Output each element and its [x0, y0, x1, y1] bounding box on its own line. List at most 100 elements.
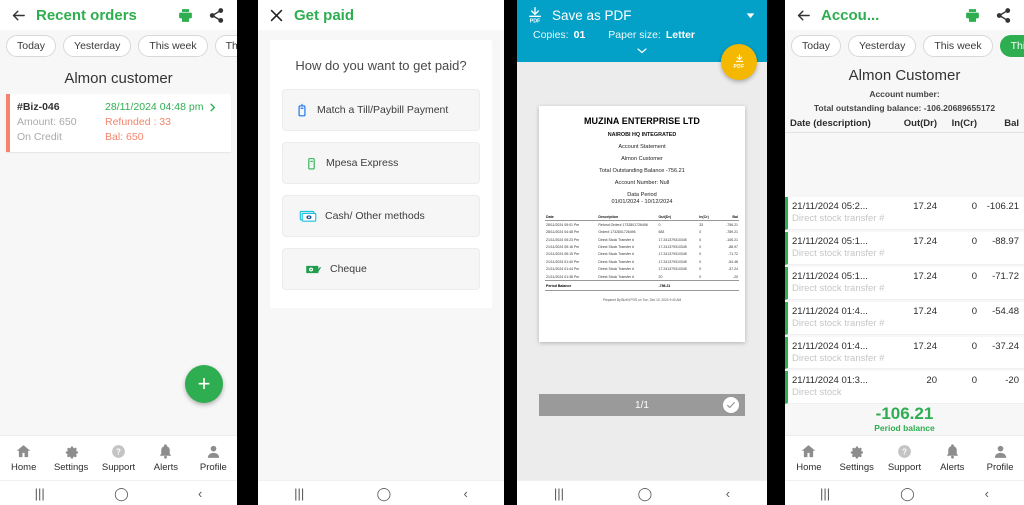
- back-chevron-icon[interactable]: ‹: [198, 487, 202, 500]
- chip-this-month[interactable]: This m: [999, 35, 1024, 57]
- pdf-confirm-button[interactable]: [723, 397, 739, 413]
- option-label: Cash/ Other methods: [325, 210, 425, 222]
- cash-stack-icon: [299, 210, 317, 222]
- copies-value[interactable]: 01: [574, 29, 586, 41]
- bell-icon: [946, 444, 958, 459]
- table-row: 21/11/2024 05:15 Pm Direct Stock Transfe…: [545, 251, 739, 258]
- customer-name: Almon Customer: [848, 67, 961, 84]
- row-date: 21/11/2024 05:1...: [792, 235, 868, 247]
- chip-this-week[interactable]: This week: [923, 35, 993, 57]
- nav-item-home[interactable]: Home: [785, 443, 833, 473]
- doc-period-value: 01/01/2024 - 10/12/2024: [611, 199, 673, 205]
- statement-table-header: Date (description) Out(Dr) In(Cr) Bal: [785, 113, 1024, 133]
- download-pdf-fab[interactable]: PDF: [721, 44, 757, 80]
- recents-icon[interactable]: |||: [554, 487, 564, 500]
- nav-label: Support: [887, 462, 922, 473]
- back-button[interactable]: [8, 5, 28, 25]
- row-in: 0: [971, 340, 977, 352]
- chip-yesterday[interactable]: Yesterday: [848, 35, 917, 57]
- statement-row[interactable]: 21/11/2024 01:4... Direct stock transfer…: [785, 336, 1024, 370]
- statement-row[interactable]: 21/11/2024 05:2... Direct stock transfer…: [785, 197, 1024, 230]
- cell-bal: -756.21: [726, 222, 738, 227]
- nav-item-settings[interactable]: Settings: [833, 443, 881, 473]
- page-title: Recent orders: [36, 6, 137, 24]
- svg-text:PDF: PDF: [530, 18, 541, 24]
- panel-divider: [237, 0, 258, 505]
- chip-this-month[interactable]: This m: [214, 35, 237, 57]
- option-cheque[interactable]: Cheque: [282, 248, 480, 290]
- share-icon[interactable]: [208, 7, 225, 24]
- paper-size-value[interactable]: Letter: [666, 29, 695, 41]
- order-card[interactable]: #Biz-046 Amount: 650 On Credit 28/11/202…: [6, 94, 231, 152]
- row-in: 0: [971, 201, 977, 212]
- cell-date: 21/11/2024 05:15 Pm: [546, 252, 580, 257]
- account-number: Account number:: [869, 89, 940, 99]
- nav-label: Alerts: [153, 462, 179, 473]
- row-in: 0: [971, 235, 977, 247]
- cell-date: 28/11/2024 04:48 Pm: [546, 230, 580, 235]
- back-chevron-icon[interactable]: ‹: [726, 487, 730, 500]
- order-credit-status: On Credit: [17, 131, 62, 143]
- chip-yesterday[interactable]: Yesterday: [63, 35, 132, 57]
- row-out: 17.24: [913, 235, 937, 247]
- statement-row[interactable]: 21/11/2024 01:4... Direct stock transfer…: [785, 301, 1024, 335]
- home-circle-icon[interactable]: ◯: [114, 487, 129, 500]
- cell-date: 21/11/2024 01:44 Pm: [546, 267, 580, 272]
- cell-date: 21/11/2024 01:40 Pm: [546, 259, 580, 264]
- panel-divider: [504, 0, 517, 505]
- nav-item-home[interactable]: Home: [0, 443, 47, 473]
- nav-item-support[interactable]: ? Support: [881, 443, 929, 473]
- nav-item-support[interactable]: ? Support: [95, 443, 142, 473]
- statement-row[interactable]: 21/11/2024 01:3... Direct stock 20 0 -20: [785, 371, 1024, 405]
- back-chevron-icon[interactable]: ‹: [985, 487, 989, 500]
- row-in: 0: [971, 305, 977, 317]
- add-order-fab[interactable]: +: [185, 365, 223, 403]
- panel-account-statement: Accou... Today Yesterday This week This …: [785, 0, 1024, 505]
- arrow-left-icon: [797, 10, 810, 20]
- row-description: Direct stock: [792, 387, 842, 399]
- close-button[interactable]: [266, 5, 286, 25]
- row-description: Direct stock transfer #: [792, 317, 885, 329]
- option-mpesa-express[interactable]: Mpesa Express: [282, 142, 480, 184]
- printer-icon[interactable]: [177, 7, 194, 24]
- home-circle-icon[interactable]: ◯: [377, 487, 392, 500]
- nav-item-settings[interactable]: Settings: [47, 443, 94, 473]
- table-row: 21/11/2024 05:23 Pm Direct Stock Transfe…: [545, 236, 739, 243]
- cheque-icon: [306, 265, 321, 273]
- chevron-down-icon[interactable]: [744, 9, 757, 22]
- statement-row[interactable]: 21/11/2024 05:1... Direct stock transfer…: [785, 231, 1024, 265]
- chip-today[interactable]: Today: [6, 35, 57, 57]
- statement-rows[interactable]: 21/11/2024 05:2... Direct stock transfer…: [785, 197, 1024, 433]
- option-match-till-paybill[interactable]: Match a Till/Paybill Payment: [282, 89, 480, 131]
- cell-in: 0: [699, 267, 702, 272]
- doc-branch: NAIROBI HQ INTEGRATED: [607, 132, 677, 138]
- pdf-page-indicator: 1/1: [635, 399, 649, 411]
- recents-icon[interactable]: |||: [35, 487, 45, 500]
- cell-description: Refund Order# 1732801726496: [598, 222, 648, 227]
- home-circle-icon[interactable]: ◯: [638, 487, 653, 500]
- printer-icon[interactable]: [964, 7, 981, 24]
- nav-item-profile[interactable]: Profile: [976, 443, 1024, 473]
- pdf-page[interactable]: MUZINA ENTERPRISE LTD NAIROBI HQ INTEGRA…: [539, 106, 745, 342]
- chip-today[interactable]: Today: [791, 35, 842, 57]
- nav-item-alerts[interactable]: Alerts: [142, 443, 189, 473]
- panel-divider: [767, 0, 785, 505]
- nav-item-profile[interactable]: Profile: [190, 443, 237, 473]
- option-cash-other[interactable]: Cash/ Other methods: [282, 195, 480, 237]
- table-header-row: Date Description Out(Dr) In(Cr) Bal: [545, 213, 739, 222]
- recents-icon[interactable]: |||: [820, 487, 830, 500]
- row-date-desc: 21/11/2024 01:4... Direct stock transfer…: [792, 306, 889, 330]
- back-button[interactable]: [793, 5, 813, 25]
- cell-out: 17.241379310345: [658, 245, 687, 249]
- four-panel-screenshot: Recent orders Today Yesterday This week …: [0, 0, 1024, 505]
- back-chevron-icon[interactable]: ‹: [463, 487, 467, 500]
- nav-item-alerts[interactable]: Alerts: [928, 443, 976, 473]
- recents-icon[interactable]: |||: [294, 487, 304, 500]
- cell-bal: -106.21: [726, 237, 738, 242]
- chip-this-week[interactable]: This week: [138, 35, 208, 57]
- bell-icon: [160, 444, 172, 459]
- statement-row[interactable]: 21/11/2024 05:1... Direct stock transfer…: [785, 266, 1024, 300]
- share-icon[interactable]: [995, 7, 1012, 24]
- col-bal: Bal: [1004, 118, 1019, 129]
- home-circle-icon[interactable]: ◯: [900, 487, 915, 500]
